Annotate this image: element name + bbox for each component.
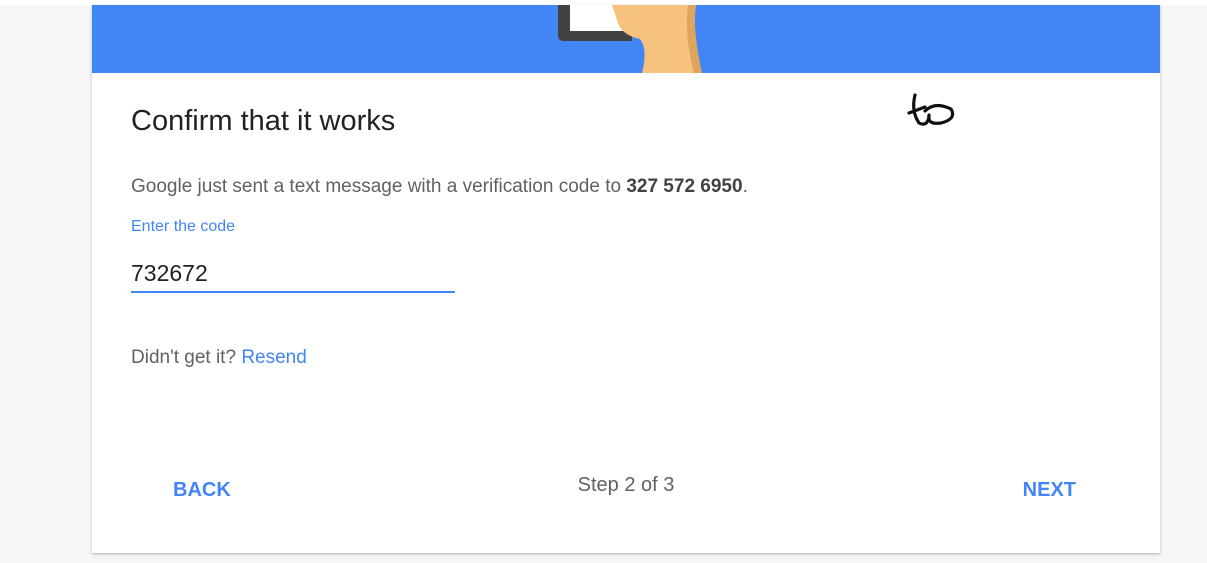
phone-number: 327 572 6950 <box>626 176 743 197</box>
back-button[interactable]: BACK <box>161 470 243 510</box>
resend-row: Didn't get it? Resend <box>131 347 307 369</box>
dialog-title: Confirm that it works <box>131 105 396 137</box>
message-prefix: Google just sent a text message with a v… <box>131 176 627 197</box>
verification-message: Google just sent a text message with a v… <box>131 176 748 198</box>
next-button[interactable]: NEXT <box>1011 470 1088 510</box>
step-indicator: Step 2 of 3 <box>577 474 675 496</box>
handwritten-scribble <box>907 93 955 126</box>
verification-card: Confirm that it works Google just sent a… <box>92 5 1160 553</box>
resend-link[interactable]: Resend <box>241 347 307 368</box>
phone-in-hand-illustration <box>558 5 702 73</box>
message-suffix: . <box>742 176 748 197</box>
hero-banner <box>92 5 1160 73</box>
code-field-label: Enter the code <box>131 218 236 235</box>
verification-code-input[interactable] <box>131 255 455 293</box>
resend-prompt: Didn't get it? <box>131 347 237 368</box>
